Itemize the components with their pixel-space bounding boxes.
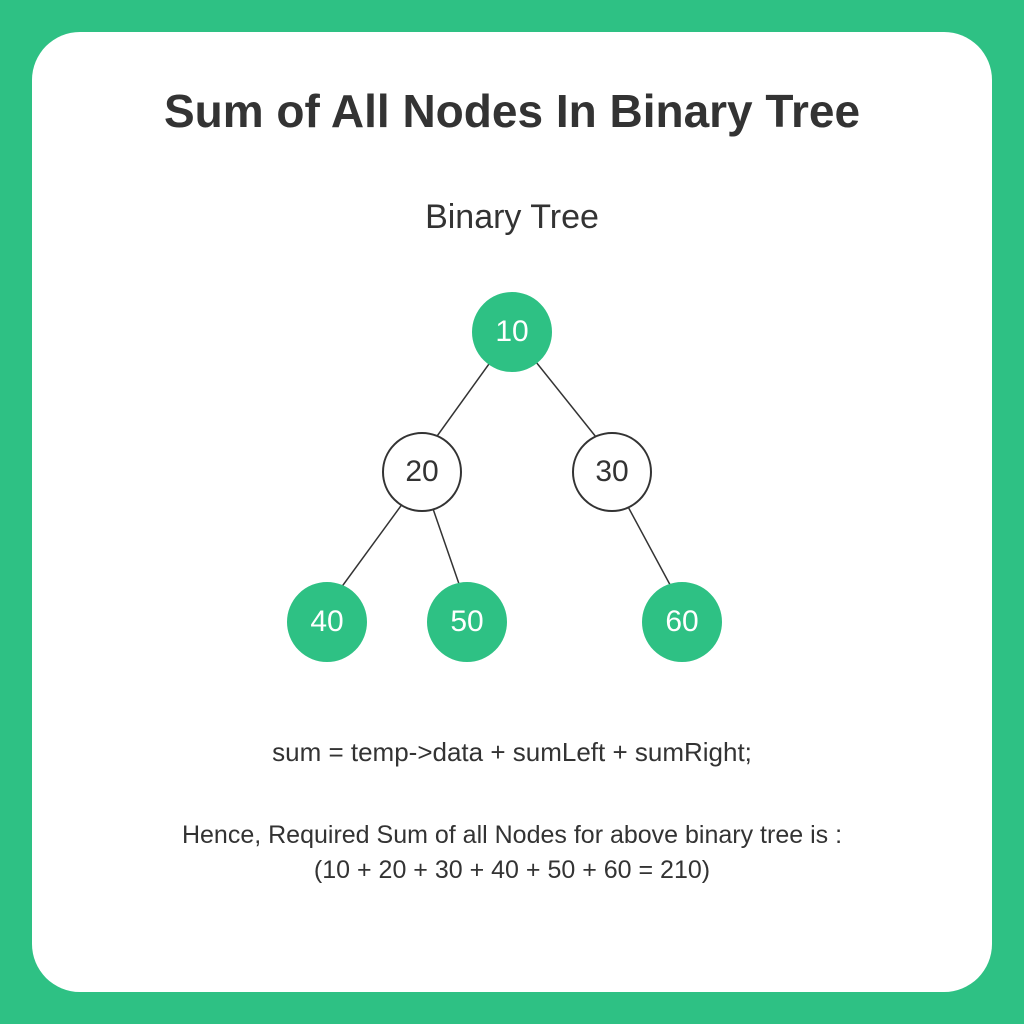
node-value: 60 [665,605,698,639]
node-value: 50 [450,605,483,639]
tree-subtitle: Binary Tree [425,198,599,237]
tree-node-leaf-50: 50 [427,582,507,662]
result-text-line1: Hence, Required Sum of all Nodes for abo… [182,818,842,853]
tree-node-root: 10 [472,292,552,372]
binary-tree-diagram: 10 20 30 40 50 60 [212,277,812,677]
node-value: 20 [405,455,438,489]
diagram-card: Sum of All Nodes In Binary Tree Binary T… [32,32,992,992]
tree-node-left: 20 [382,432,462,512]
tree-node-right: 30 [572,432,652,512]
node-value: 30 [595,455,628,489]
tree-node-leaf-40: 40 [287,582,367,662]
node-value: 40 [310,605,343,639]
result-text-line2: (10 + 20 + 30 + 40 + 50 + 60 = 210) [314,853,710,888]
formula-text: sum = temp->data + sumLeft + sumRight; [272,737,752,768]
page-title: Sum of All Nodes In Binary Tree [164,84,860,138]
tree-node-leaf-60: 60 [642,582,722,662]
node-value: 10 [495,315,528,349]
